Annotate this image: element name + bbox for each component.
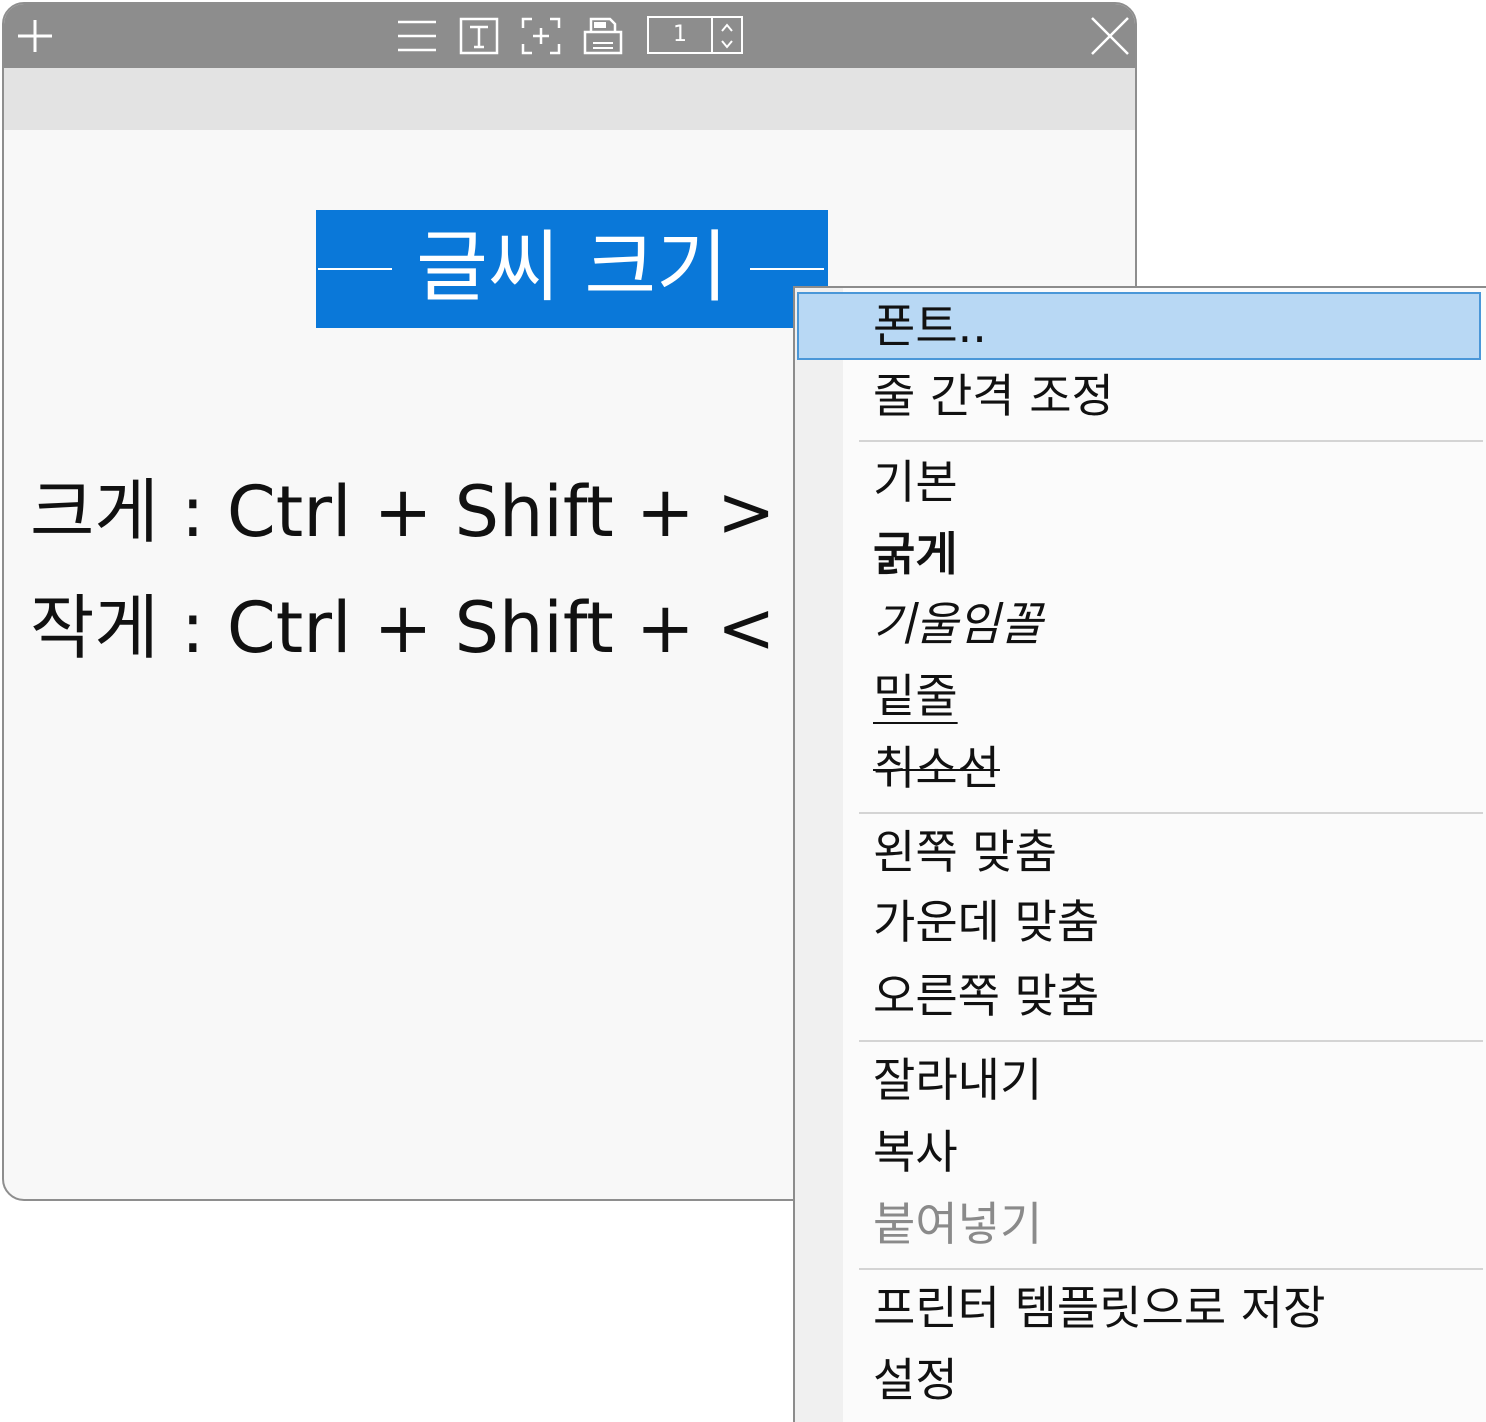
page-number-stepper[interactable]: 1: [647, 16, 743, 54]
menu-item-label: 줄 간격 조정: [873, 369, 1114, 423]
menu-separator: [859, 440, 1483, 442]
menu-item-label: 복사: [873, 1125, 958, 1179]
print-icon[interactable]: [582, 16, 624, 56]
menu-item-align-right[interactable]: 오른쪽 맞춤: [797, 962, 1481, 1030]
menu-item-label: 폰트..: [873, 299, 987, 353]
menu-item-label: 설정: [873, 1353, 958, 1407]
menu-item-label: 기울임꼴: [873, 597, 1043, 651]
title-left-line: [318, 268, 392, 270]
menu-item-copy[interactable]: 복사: [797, 1118, 1481, 1186]
spin-down-icon[interactable]: [719, 36, 735, 50]
menu-item-underline[interactable]: 밑줄: [797, 662, 1481, 730]
menu-item-label: 밑줄: [873, 669, 958, 723]
menu-item-align-left[interactable]: 왼쪽 맞춤: [797, 818, 1481, 886]
banner-title-text: 글씨 크기: [416, 223, 728, 313]
menu-separator: [859, 1040, 1483, 1042]
context-menu: 폰트.. 줄 간격 조정 기본 굵게 기울임꼴 밑줄 취소선 왼쪽 맞춤 가운데…: [793, 286, 1486, 1422]
toolbar-strip: [4, 68, 1135, 130]
shortcut-shrink: 작게 : Ctrl + Shift + <: [30, 587, 776, 669]
menu-item-label: 잘라내기: [873, 1053, 1043, 1107]
menu-separator: [859, 812, 1483, 814]
menu-separator: [859, 1268, 1483, 1270]
menu-item-label: 가운데 맞춤: [873, 895, 1100, 949]
spin-up-icon[interactable]: [719, 20, 735, 34]
title-right-line: [750, 268, 824, 270]
menu-item-cut[interactable]: 잘라내기: [797, 1046, 1481, 1114]
page-number-value[interactable]: 1: [649, 18, 711, 52]
menu-item-line-spacing[interactable]: 줄 간격 조정: [797, 362, 1481, 430]
menu-item-label: 기본: [873, 455, 958, 509]
add-icon[interactable]: [14, 16, 56, 56]
text-icon[interactable]: [458, 16, 500, 56]
menu-item-paste: 붙여넣기: [797, 1190, 1481, 1258]
capture-icon[interactable]: [520, 16, 562, 56]
menu-item-italic[interactable]: 기울임꼴: [797, 590, 1481, 658]
menu-item-label: 붙여넣기: [873, 1197, 1043, 1251]
menu-item-label: 왼쪽 맞춤: [873, 825, 1057, 879]
title-banner[interactable]: 글씨 크기: [316, 210, 828, 328]
menu-item-label: 굵게: [873, 527, 958, 581]
menu-item-label: 취소선: [873, 741, 1000, 795]
title-bar[interactable]: 1: [4, 4, 1135, 68]
page-spin-buttons: [711, 18, 741, 52]
menu-item-label: 오른쪽 맞춤: [873, 969, 1100, 1023]
menu-item-save-printer-template[interactable]: 프린터 템플릿으로 저장: [797, 1274, 1481, 1342]
menu-item-settings[interactable]: 설정: [797, 1346, 1481, 1414]
menu-item-bold[interactable]: 굵게: [797, 520, 1481, 588]
menu-item-font[interactable]: 폰트..: [797, 292, 1481, 360]
shortcut-enlarge: 크게 : Ctrl + Shift + >: [30, 471, 776, 553]
menu-item-align-center[interactable]: 가운데 맞춤: [797, 888, 1481, 956]
menu-item-label: 프린터 템플릿으로 저장: [873, 1281, 1326, 1335]
menu-item-strikethrough[interactable]: 취소선: [797, 734, 1481, 802]
close-icon[interactable]: [1088, 14, 1132, 55]
menu-icon[interactable]: [396, 16, 438, 56]
menu-item-regular[interactable]: 기본: [797, 448, 1481, 516]
